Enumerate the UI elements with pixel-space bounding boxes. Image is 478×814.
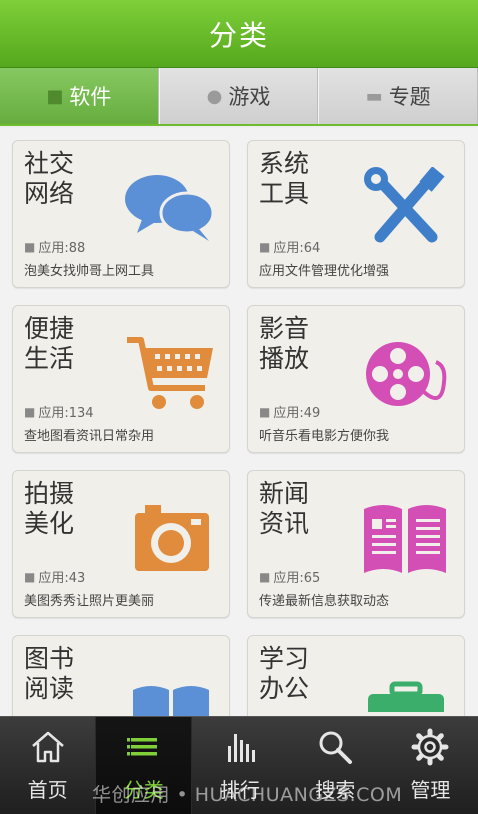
page-title: 分类 <box>208 18 269 52</box>
category-tabs: ■ 软件 ● 游戏 ▬ 专题 <box>0 68 478 126</box>
watermark: 华创应用 • HUACHUANGZS.COM <box>92 784 403 806</box>
category-card-photo[interactable]: 拍摄 美化 ■ 应用:43 美图秀秀让照片更美丽 <box>12 470 230 618</box>
category-name: 便捷 生活 <box>24 314 75 373</box>
shopping-cart-icon <box>127 337 213 409</box>
gear-icon <box>411 728 449 766</box>
tab-games[interactable]: ● 游戏 <box>158 68 319 124</box>
cube-icon: ■ <box>259 569 271 584</box>
app-count: 应用:49 <box>273 406 321 421</box>
bar-chart-icon <box>228 734 255 762</box>
search-icon <box>319 731 353 764</box>
tab-label: 游戏 <box>228 85 271 109</box>
tab-label: 软件 <box>69 85 112 109</box>
cube-icon: ■ <box>259 404 271 419</box>
category-name: 学习 办公 <box>259 644 310 703</box>
list-icon <box>126 738 157 756</box>
tools-icon <box>364 167 445 243</box>
category-card-media[interactable]: 影音 播放 ■ 应用:49 听音乐看电影方便你我 <box>247 305 465 453</box>
category-desc: 泡美女找帅哥上网工具 <box>24 264 155 279</box>
gamepad-icon: ● <box>206 85 223 107</box>
category-desc: 查地图看资讯日常杂用 <box>24 429 155 444</box>
cube-icon: ■ <box>24 569 36 584</box>
category-name: 社交 网络 <box>24 149 75 208</box>
cube-icon: ■ <box>46 85 64 107</box>
film-reel-icon <box>366 342 447 406</box>
app-count: 应用:134 <box>38 406 94 421</box>
nav-label: 首页 <box>27 778 68 802</box>
category-name: 图书 阅读 <box>24 644 75 703</box>
category-card-tools[interactable]: 系统 工具 ■ 应用:64 应用文件管理优化增强 <box>247 140 465 288</box>
tab-label: 专题 <box>388 85 431 109</box>
category-grid: 社交 网络 ■ 应用:88 泡美女找帅哥上网工具 系统 工具 ■ 应用:64 应用文… <box>0 128 478 716</box>
category-card-reading[interactable]: 图书 阅读 <box>12 635 230 716</box>
category-card-life[interactable]: 便捷 生活 ■ 应用:134 查地图看资讯日常杂用 <box>12 305 230 453</box>
category-card-social[interactable]: 社交 网络 ■ 应用:88 泡美女找帅哥上网工具 <box>12 140 230 288</box>
cube-icon: ■ <box>24 239 36 254</box>
app-count: 应用:43 <box>38 571 86 586</box>
tab-software[interactable]: ■ 软件 <box>0 68 159 124</box>
cube-icon: ■ <box>24 404 36 419</box>
category-name: 影音 播放 <box>259 314 310 373</box>
category-desc: 听音乐看电影方便你我 <box>259 429 390 444</box>
home-icon <box>31 731 64 763</box>
app-count: 应用:88 <box>38 241 86 256</box>
camera-icon <box>135 505 209 571</box>
app-count: 应用:64 <box>273 241 321 256</box>
nav-label: 管理 <box>410 778 451 802</box>
cube-icon: ■ <box>259 239 271 254</box>
category-desc: 应用文件管理优化增强 <box>259 264 390 279</box>
nav-home[interactable]: 首页 <box>0 717 95 814</box>
category-name: 系统 工具 <box>259 149 310 208</box>
category-name: 新闻 资讯 <box>259 479 310 538</box>
newspaper-icon <box>364 505 446 573</box>
category-name: 拍摄 美化 <box>24 479 75 538</box>
category-desc: 传递最新信息获取动态 <box>259 594 390 609</box>
open-book-icon <box>133 686 209 716</box>
tab-topics[interactable]: ▬ 专题 <box>318 68 478 124</box>
app-count: 应用:65 <box>273 571 321 586</box>
chat-bubbles-icon <box>125 175 215 241</box>
category-desc: 美图秀秀让照片更美丽 <box>24 594 155 609</box>
category-card-study[interactable]: 学习 办公 <box>247 635 465 716</box>
briefcase-icon <box>368 681 444 716</box>
title-bar: 分类 <box>0 0 478 68</box>
book-icon: ▬ <box>365 85 383 107</box>
category-card-news[interactable]: 新闻 资讯 ■ 应用:65 传递最新信息获取动态 <box>247 470 465 618</box>
